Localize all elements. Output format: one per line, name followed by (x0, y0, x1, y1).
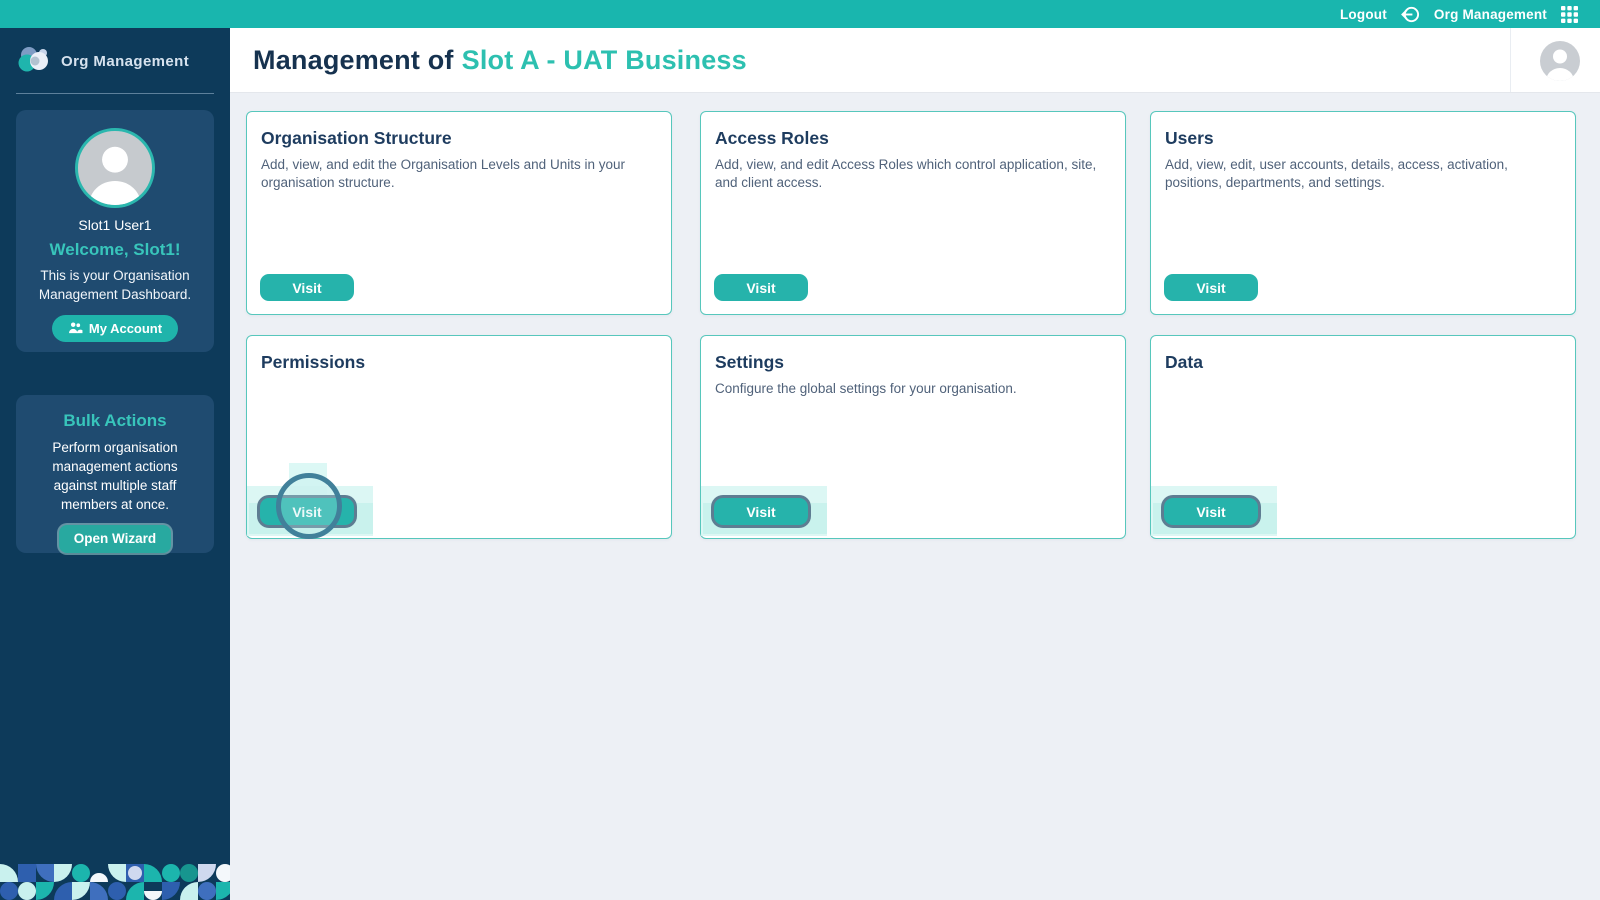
brand-title: Org Management (61, 53, 189, 70)
page-title-prefix: Management of (253, 45, 454, 75)
header-avatar[interactable] (1540, 41, 1580, 81)
visit-users-button[interactable]: Visit (1164, 274, 1258, 301)
my-account-label: My Account (89, 321, 162, 336)
sidebar: Org Management Slot1 User1 Welcome, Slot… (0, 28, 230, 900)
header-divider (1510, 28, 1511, 92)
open-wizard-button[interactable]: Open Wizard (59, 525, 171, 553)
bulk-actions-description: Perform organisation management actions … (32, 438, 198, 515)
sidebar-divider (16, 93, 214, 94)
card-title: Data (1165, 352, 1203, 373)
profile-name: Slot1 User1 (16, 217, 214, 233)
profile-welcome: Welcome, Slot1! (16, 240, 214, 260)
card-settings: Settings Configure the global settings f… (700, 335, 1126, 539)
dashboard-content: Organisation Structure Add, view, and ed… (230, 93, 1600, 900)
card-description: Configure the global settings for your o… (715, 380, 1105, 398)
bulk-actions-card: Bulk Actions Perform organisation manage… (16, 395, 214, 553)
card-users: Users Add, view, edit, user accounts, de… (1150, 111, 1576, 315)
people-icon (68, 321, 83, 337)
logout-link[interactable]: Logout (1340, 7, 1387, 22)
card-title: Organisation Structure (261, 128, 452, 149)
page-header: Management of Slot A - UAT Business (230, 28, 1600, 93)
card-data: Data Visit (1150, 335, 1576, 539)
page-title-org: Slot A - UAT Business (462, 45, 747, 75)
card-title: Access Roles (715, 128, 829, 149)
card-title: Users (1165, 128, 1214, 149)
card-description: Add, view, and edit the Organisation Lev… (261, 156, 651, 192)
page-title: Management of Slot A - UAT Business (253, 45, 747, 76)
top-bar: Logout Org Management (0, 0, 1600, 28)
visit-data-button[interactable]: Visit (1164, 498, 1258, 525)
logout-icon[interactable] (1401, 5, 1420, 24)
my-account-button[interactable]: My Account (52, 315, 178, 342)
profile-avatar (75, 128, 155, 208)
visit-organisation-structure-button[interactable]: Visit (260, 274, 354, 301)
app-switcher-label[interactable]: Org Management (1434, 7, 1547, 22)
visit-permissions-button[interactable]: Visit (260, 498, 354, 525)
card-description: Add, view, and edit Access Roles which c… (715, 156, 1105, 192)
brand: Org Management (0, 28, 230, 79)
card-permissions: Permissions Visit (246, 335, 672, 539)
footer-mosaic-decoration (0, 864, 230, 900)
card-access-roles: Access Roles Add, view, and edit Access … (700, 111, 1126, 315)
org-management-logo-icon (16, 44, 52, 79)
profile-card: Slot1 User1 Welcome, Slot1! This is your… (16, 110, 214, 352)
visit-settings-button[interactable]: Visit (714, 498, 808, 525)
card-description: Add, view, edit, user accounts, details,… (1165, 156, 1555, 192)
card-title: Permissions (261, 352, 365, 373)
apps-grid-icon[interactable] (1561, 6, 1578, 23)
profile-description: This is your Organisation Management Das… (28, 267, 202, 304)
card-organisation-structure: Organisation Structure Add, view, and ed… (246, 111, 672, 315)
bulk-actions-title: Bulk Actions (16, 411, 214, 431)
card-title: Settings (715, 352, 784, 373)
visit-access-roles-button[interactable]: Visit (714, 274, 808, 301)
